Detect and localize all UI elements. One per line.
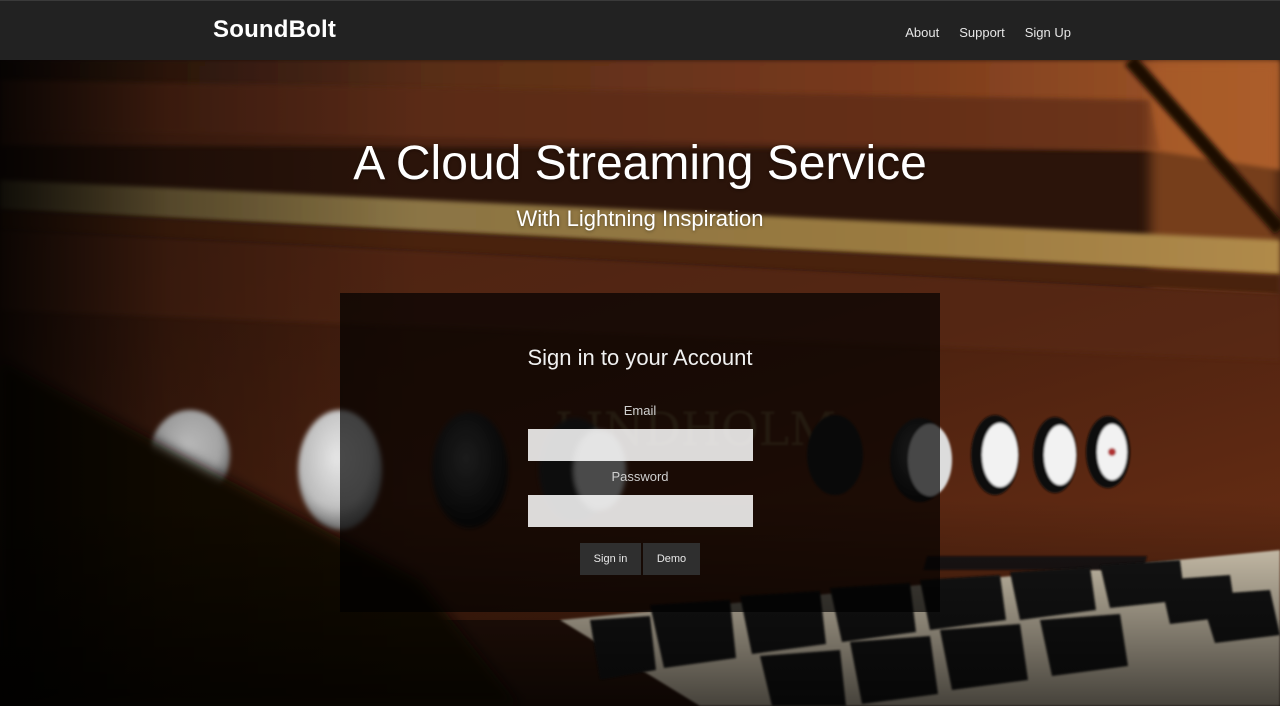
nav-link-support[interactable]: Support (959, 25, 1005, 40)
hero-title: A Cloud Streaming Service (353, 137, 927, 190)
email-field[interactable] (528, 429, 753, 461)
nav-links: About Support Sign Up (905, 25, 1071, 40)
nav-link-sign-up[interactable]: Sign Up (1025, 25, 1071, 40)
signin-heading: Sign in to your Account (527, 345, 753, 370)
brand-logo[interactable]: SoundBolt (213, 16, 336, 44)
password-label: Password (611, 469, 669, 484)
page: SoundBolt About Support Sign Up A Cloud … (0, 0, 1280, 706)
nav-link-about[interactable]: About (905, 25, 939, 40)
demo-button[interactable]: Demo (643, 543, 700, 575)
password-field[interactable] (528, 495, 753, 527)
sign-in-button[interactable]: Sign in (580, 543, 641, 575)
top-navbar: SoundBolt About Support Sign Up (0, 0, 1280, 60)
signin-panel: Sign in to your Account Email Password S… (340, 293, 940, 612)
hero-subtitle: With Lightning Inspiration (516, 206, 764, 231)
email-label: Email (623, 403, 657, 418)
